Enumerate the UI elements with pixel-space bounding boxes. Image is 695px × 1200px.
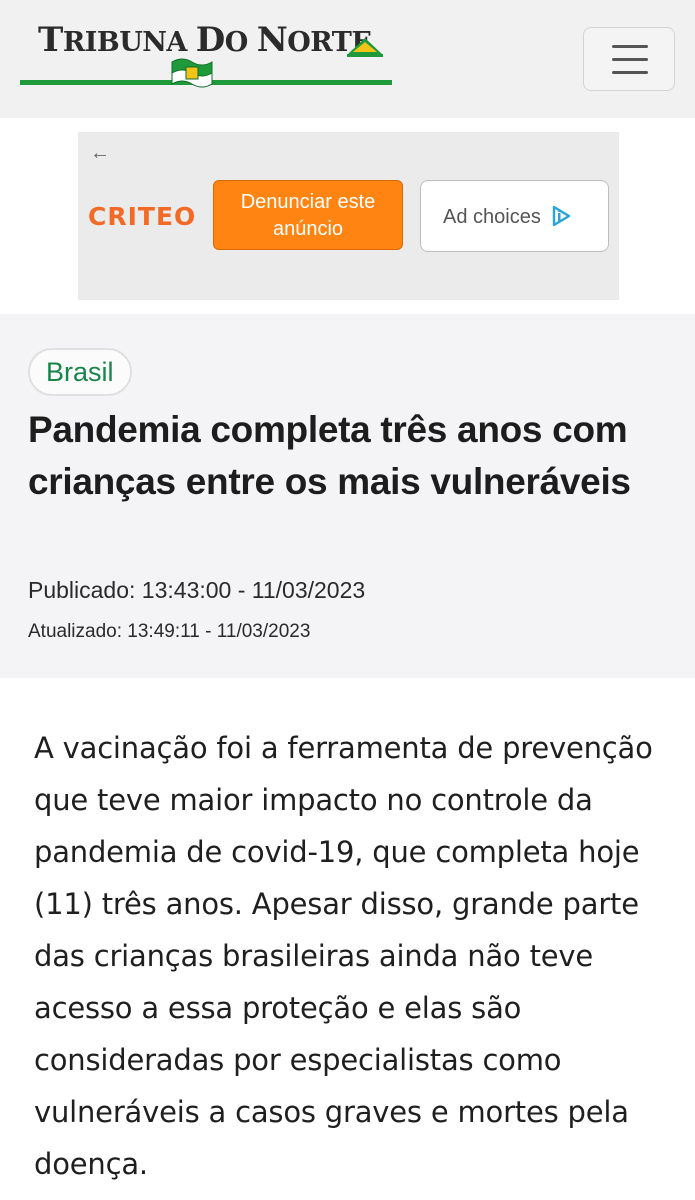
- ad-banner-container: ← CRITEO Denunciar este anúncio Ad choic…: [0, 118, 695, 314]
- report-ad-button[interactable]: Denunciar este anúncio: [213, 180, 403, 250]
- article-header: Brasil Pandemia completa três anos com c…: [0, 314, 695, 678]
- adchoices-icon: [553, 205, 571, 227]
- logo-wordmark: TRIBUNA DO NORTE: [38, 20, 372, 60]
- ad-banner: ← CRITEO Denunciar este anúncio Ad choic…: [78, 132, 619, 300]
- article-title: Pandemia completa três anos com crianças…: [28, 409, 631, 502]
- sun-hill-icon: [347, 38, 383, 57]
- site-logo[interactable]: TRIBUNA DO NORTE: [20, 20, 392, 98]
- menu-button[interactable]: [583, 27, 675, 91]
- site-header: TRIBUNA DO NORTE: [0, 0, 695, 118]
- ad-choices-label: Ad choices: [443, 206, 541, 228]
- category-badge[interactable]: Brasil: [28, 348, 132, 396]
- state-flag-icon: [171, 58, 213, 88]
- criteo-logo: CRITEO: [88, 202, 197, 231]
- arrow-left-icon[interactable]: ←: [90, 142, 110, 165]
- updated-timestamp: Atualizado: 13:49:11 - 11/03/2023: [28, 621, 311, 642]
- article-body-paragraph: A vacinação foi a ferramenta de prevençã…: [34, 731, 653, 1181]
- ad-choices-button[interactable]: Ad choices: [420, 180, 609, 252]
- published-timestamp: Publicado: 13:43:00 - 11/03/2023: [28, 577, 366, 603]
